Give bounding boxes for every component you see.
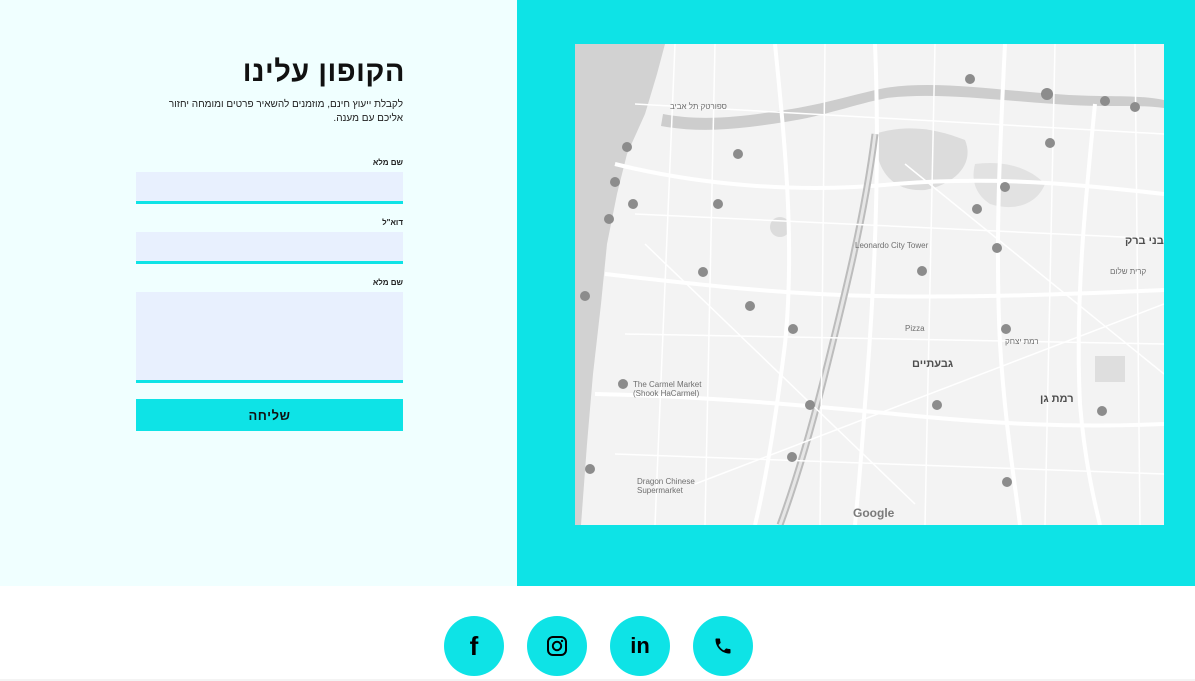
phone-icon (715, 638, 731, 654)
svg-text:בני ברק: בני ברק (1125, 235, 1164, 247)
page: הקופון עלינו לקבלת ייעוץ חינם, מוזמנים ל… (0, 0, 1195, 681)
message-textarea[interactable] (136, 292, 403, 383)
svg-text:רמת יצחק: רמת יצחק (1005, 337, 1039, 346)
full-name-label: שם מלא (372, 158, 403, 167)
svg-text:Leonardo City Tower: Leonardo City Tower (855, 241, 929, 250)
map-label-supermarket: Supermarket (637, 486, 684, 495)
instagram-button[interactable] (527, 616, 587, 676)
map-label-carmel-market: The Carmel Market (633, 380, 702, 389)
contact-form: הקופון עלינו לקבלת ייעוץ חינם, מוזמנים ל… (136, 56, 405, 431)
svg-text:Dragon Chinese: Dragon Chinese (637, 477, 695, 486)
linkedin-icon: in (630, 633, 650, 658)
map-label-kiryat-sholom: קרית שלום (1110, 267, 1147, 276)
google-logo: Google (853, 506, 895, 520)
form-title: הקופון עלינו (242, 56, 405, 88)
map-panel: The Carmel Market (Shook HaCarmel) Leona… (517, 0, 1195, 586)
facebook-icon: f (469, 630, 479, 661)
svg-text:Pizza: Pizza (905, 324, 925, 333)
email-input[interactable] (136, 232, 403, 264)
social-links: f in (444, 616, 753, 676)
map-label-pizza: Pizza (905, 324, 925, 333)
instagram-icon (547, 636, 567, 656)
message-label: שם מלא (372, 278, 403, 287)
svg-text:גבעתיים: גבעתיים (912, 358, 953, 370)
map-label-ramat-gan: רמת גן (1040, 393, 1074, 405)
phone-button[interactable] (693, 616, 753, 676)
map-graphic: The Carmel Market (Shook HaCarmel) Leona… (575, 44, 1164, 525)
svg-text:(Shook HaCarmel): (Shook HaCarmel) (633, 389, 700, 398)
submit-button[interactable]: שליחה (136, 399, 403, 431)
map-label-givatayim: גבעתיים (912, 358, 953, 370)
contact-panel: הקופון עלינו לקבלת ייעוץ חינם, מוזמנים ל… (0, 0, 517, 586)
facebook-button[interactable]: f (444, 616, 504, 676)
email-label: דוא"ל (382, 218, 403, 227)
map-label-bnei-brak: בני ברק (1125, 235, 1164, 247)
full-name-input[interactable] (136, 172, 403, 204)
svg-text:Google: Google (853, 506, 895, 520)
svg-text:רמת גן: רמת גן (1040, 393, 1074, 405)
form-subtitle: לקבלת ייעוץ חינם, מוזמנים להשאיר פרטים ו… (168, 99, 403, 124)
svg-text:The Carmel Market: The Carmel Market (633, 380, 702, 389)
svg-text:קרית שלום: קרית שלום (1110, 267, 1147, 276)
map-label-sportek: ספורטק תל אביב (670, 102, 727, 111)
map-label-leonardo: Leonardo City Tower (855, 241, 929, 250)
svg-text:Supermarket: Supermarket (637, 486, 684, 495)
linkedin-button[interactable]: in (610, 616, 670, 676)
map-label-dragon: Dragon Chinese (637, 477, 695, 486)
map-embed[interactable]: The Carmel Market (Shook HaCarmel) Leona… (575, 44, 1164, 525)
svg-text:ספורטק תל אביב: ספורטק תל אביב (670, 102, 727, 111)
map-label-ramat-yitzhak: רמת יצחק (1005, 337, 1039, 346)
map-label-shook: (Shook HaCarmel) (633, 389, 700, 398)
